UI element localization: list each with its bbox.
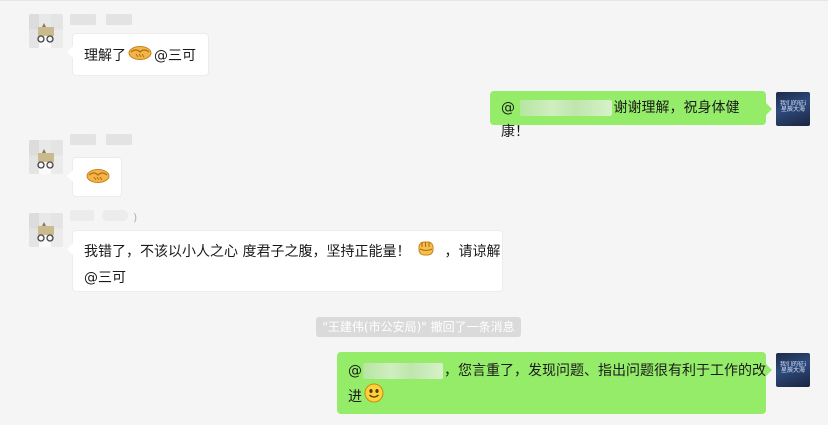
message-text: ，您言重了，发现问题、指出问题很有利于工作的改 [444,363,766,379]
handshake-icon [86,166,110,192]
top-divider [0,0,828,1]
mention-text[interactable]: @三可 [154,48,196,64]
avatar-text: 星辰大海 [780,106,805,113]
sender-name-blurred [70,210,130,221]
recall-notice: "王建伟(市公安局)" 撤回了一条消息 [316,317,521,337]
self-avatar[interactable]: 我们的征途是 星辰大海 [776,353,810,387]
self-avatar[interactable]: 我们的征途是 星辰大海 [776,92,810,126]
smile-icon [364,383,384,411]
sender-name-blurred [70,134,140,145]
contact-avatar[interactable] [29,14,63,48]
mention-name-blurred [520,100,613,116]
message-bubble[interactable]: 我错了，不该以小人之心 度君子之腹，坚持正能量！ ，请谅解 @三可 [67,230,503,292]
cat-avatar-icon [37,222,54,242]
message-text: ，请谅解 [444,244,501,260]
mention-prefix: @ [348,363,362,379]
fist-icon [416,238,436,266]
mention-name-blurred [363,363,443,379]
message-text: 进 [348,389,362,405]
contact-avatar[interactable] [29,213,63,247]
sender-name-blurred [70,14,140,25]
message-text: 我错了，不该以小人之心 度君子之腹，坚持正能量！ [84,244,411,260]
avatar-text: 星辰大海 [780,367,805,374]
mention-prefix: @ [501,100,520,116]
cat-avatar-icon [37,149,54,169]
mention-text[interactable]: @三可 [84,266,491,290]
message-text: 理解了 [84,48,126,64]
message-bubble-sent[interactable]: @ ，您言重了，发现问题、指出问题很有利于工作的改 进 [337,352,772,414]
cat-avatar-icon [37,23,54,43]
message-bubble[interactable]: 理解了 @三可 [67,33,209,76]
message-bubble[interactable] [67,157,122,197]
handshake-icon [128,43,152,69]
message-bubble-sent[interactable]: @ 谢谢理解，祝身体健康！ [490,91,772,140]
contact-avatar[interactable] [29,140,63,174]
sender-name-suffix: ) [133,211,138,224]
